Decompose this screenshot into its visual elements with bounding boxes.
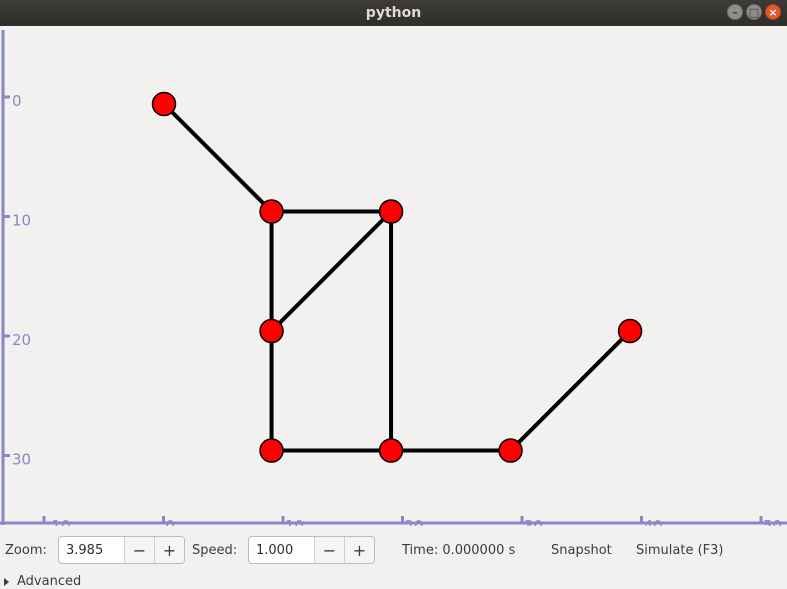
y-tick-label: 10 (12, 212, 31, 230)
zoom-spinbox[interactable]: 3.985 − + (58, 536, 185, 564)
graph-edge (508, 329, 633, 453)
y-tick-label: 20 (12, 331, 31, 349)
simulation-canvas[interactable]: 0 10 20 30 -10 0 10 20 30 40 50 (0, 26, 787, 526)
graph-node[interactable] (617, 318, 643, 344)
close-icon[interactable]: × (765, 4, 781, 20)
x-tick-label: -10 (46, 517, 71, 526)
speed-increment-button[interactable]: + (344, 537, 374, 563)
window-title: python (365, 5, 422, 21)
window-titlebar: python – □ × (0, 0, 787, 26)
speed-value[interactable]: 1.000 (249, 537, 314, 563)
zoom-decrement-button[interactable]: − (124, 537, 154, 563)
x-tick-label: 20 (405, 517, 424, 526)
graph-node[interactable] (498, 438, 523, 463)
snapshot-button[interactable]: Snapshot (551, 543, 612, 558)
x-tick-label: 10 (285, 517, 304, 526)
graph-node[interactable] (378, 199, 404, 224)
graph-node[interactable] (378, 438, 404, 463)
graph-node[interactable] (259, 438, 284, 463)
graph-edge (162, 102, 274, 214)
x-tick-label: 30 (524, 517, 543, 526)
time-readout: Time: 0.000000 s (402, 543, 516, 558)
y-tick-label: 0 (12, 92, 22, 110)
control-bar: Zoom: 3.985 − + Speed: 1.000 − + Time: 0… (0, 536, 787, 566)
advanced-label: Advanced (17, 574, 82, 589)
graph-node[interactable] (259, 199, 284, 224)
advanced-expander[interactable]: Advanced (4, 574, 81, 589)
simulate-button[interactable]: Simulate (F3) (636, 543, 723, 558)
window-controls: – □ × (727, 4, 781, 20)
zoom-label: Zoom: (5, 543, 47, 558)
x-tick-label: 40 (644, 517, 663, 526)
expander-arrow-icon (4, 577, 9, 586)
zoom-increment-button[interactable]: + (154, 537, 184, 563)
x-tick-label: 0 (166, 517, 176, 526)
speed-decrement-button[interactable]: − (314, 537, 344, 563)
minimize-icon[interactable]: – (727, 4, 743, 20)
x-tick-label: 50 (763, 517, 782, 526)
zoom-value[interactable]: 3.985 (59, 537, 124, 563)
graph-node[interactable] (151, 91, 177, 117)
speed-spinbox[interactable]: 1.000 − + (248, 536, 375, 564)
y-tick-label: 30 (12, 451, 31, 469)
maximize-icon[interactable]: □ (746, 4, 762, 20)
speed-label: Speed: (192, 543, 238, 558)
graph-edge (269, 209, 394, 334)
graph-node[interactable] (259, 318, 284, 344)
